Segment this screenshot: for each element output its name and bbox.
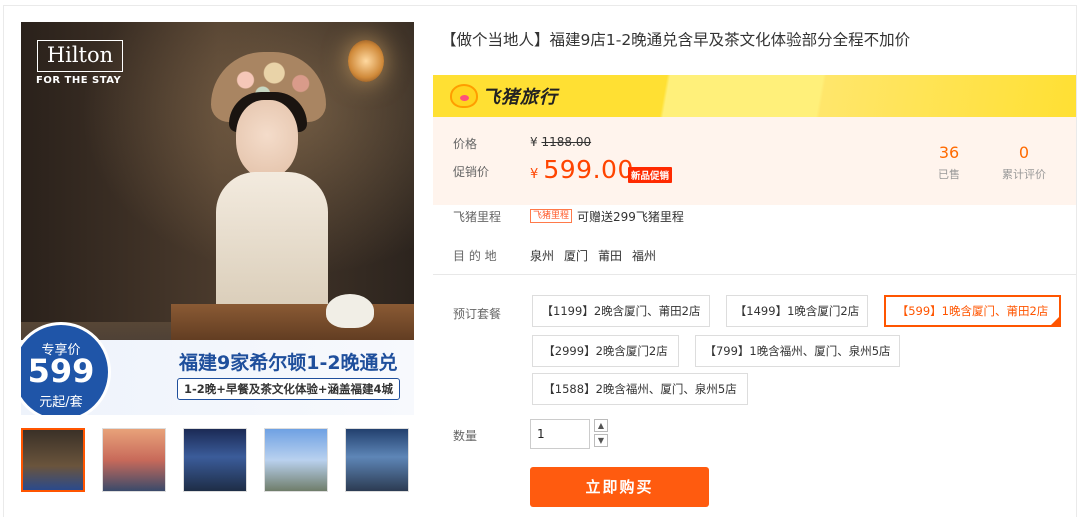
banner-title: 福建9家希尔顿1-2晚通兑 xyxy=(179,352,398,374)
thumbnail-5[interactable] xyxy=(345,428,409,492)
original-currency: ¥ xyxy=(530,135,538,149)
destination-xiamen: 厦门 xyxy=(564,249,589,263)
destination-putian: 莆田 xyxy=(598,249,623,263)
banner-subtitle: 1-2晚+早餐及茶文化体验+涵盖福建4城 xyxy=(177,378,401,400)
thumbnail-2[interactable] xyxy=(102,428,166,492)
image-gallery: Hilton FOR THE STAY 专享价 599 元起/套 福建9家希尔顿… xyxy=(21,22,414,415)
hilton-tagline: FOR THE STAY xyxy=(36,75,122,86)
main-product-image[interactable]: Hilton FOR THE STAY 专享价 599 元起/套 福建9家希尔顿… xyxy=(21,22,414,415)
sold-label: 已售 xyxy=(938,168,960,181)
badge-unit: 元起/套 xyxy=(39,395,83,410)
tea-table-graphic xyxy=(171,304,414,344)
quantity-label: 数量 xyxy=(453,429,478,443)
package-option-599[interactable]: 【599】1晚含厦门、莆田2店 xyxy=(884,295,1061,327)
thumbnail-strip xyxy=(21,428,409,492)
package-option-2999[interactable]: 【2999】2晚含厦门2店 xyxy=(532,335,679,367)
quantity-input[interactable]: 1 xyxy=(530,419,590,449)
destination-fuzhou: 福州 xyxy=(632,249,657,263)
miles-tag: 飞猪里程 xyxy=(530,209,573,223)
quantity-decrease-button[interactable]: ▼ xyxy=(594,434,608,447)
package-option-1199[interactable]: 【1199】2晚含厦门、莆田2店 xyxy=(532,295,710,327)
hilton-logo: Hilton xyxy=(37,40,123,72)
price-badge: 专享价 599 元起/套 xyxy=(21,322,111,415)
promo-price: ¥ 599.00 xyxy=(530,155,634,184)
sold-count: 36 xyxy=(938,143,960,162)
package-label: 预订套餐 xyxy=(453,307,502,321)
promo-price-value: 599.00 xyxy=(543,155,634,184)
thumbnail-3[interactable] xyxy=(183,428,247,492)
package-option-1499[interactable]: 【1499】1晚含厦门2店 xyxy=(726,295,868,327)
section-divider xyxy=(433,274,1076,275)
badge-price: 599 xyxy=(27,352,95,390)
promo-label: 促销价 xyxy=(453,165,490,179)
brand-bar: 飞猪旅行 xyxy=(433,75,1076,117)
quantity-increase-button[interactable]: ▲ xyxy=(594,419,608,432)
product-page: Hilton FOR THE STAY 专享价 599 元起/套 福建9家希尔顿… xyxy=(0,0,1080,519)
sold-stat: 36 已售 xyxy=(931,143,967,182)
teapot-graphic xyxy=(326,294,374,328)
buy-now-button[interactable]: 立即购买 xyxy=(530,467,709,507)
review-count: 0 xyxy=(1018,143,1030,162)
original-price-value: 1188.00 xyxy=(541,135,592,149)
dress-graphic xyxy=(216,172,328,322)
package-option-1588[interactable]: 【1588】2晚含福州、厦门、泉州5店 xyxy=(532,373,748,405)
price-box: 价格 ¥ 1188.00 促销价 ¥ 599.00 新品促销 36 已售 0 累… xyxy=(433,117,1076,205)
product-title: 【做个当地人】福建9店1-2晚通兑含早及茶文化体验部分全程不加价 xyxy=(441,31,911,49)
price-label: 价格 xyxy=(453,137,478,151)
new-promo-tag: 新品促销 xyxy=(628,167,673,183)
fliggy-logo: 飞猪旅行 xyxy=(450,83,558,109)
miles-label: 飞猪里程 xyxy=(453,210,502,224)
package-option-799[interactable]: 【799】1晚含福州、厦门、泉州5店 xyxy=(695,335,900,367)
destination-label: 目 的 地 xyxy=(453,249,497,263)
woman-face-graphic xyxy=(236,100,298,178)
destination-quanzhou: 泉州 xyxy=(530,249,555,263)
pig-icon xyxy=(450,84,478,108)
review-label: 累计评价 xyxy=(1002,168,1046,181)
thumbnail-1[interactable] xyxy=(21,428,85,492)
miles-text: 可赠送299飞猪里程 xyxy=(577,210,684,224)
promo-currency: ¥ xyxy=(530,167,539,182)
brand-name: 飞猪旅行 xyxy=(482,87,558,108)
thumbnail-4[interactable] xyxy=(264,428,328,492)
review-stat[interactable]: 0 累计评价 xyxy=(999,143,1049,182)
lantern-graphic xyxy=(348,40,384,82)
original-price: ¥ 1188.00 xyxy=(530,135,591,149)
